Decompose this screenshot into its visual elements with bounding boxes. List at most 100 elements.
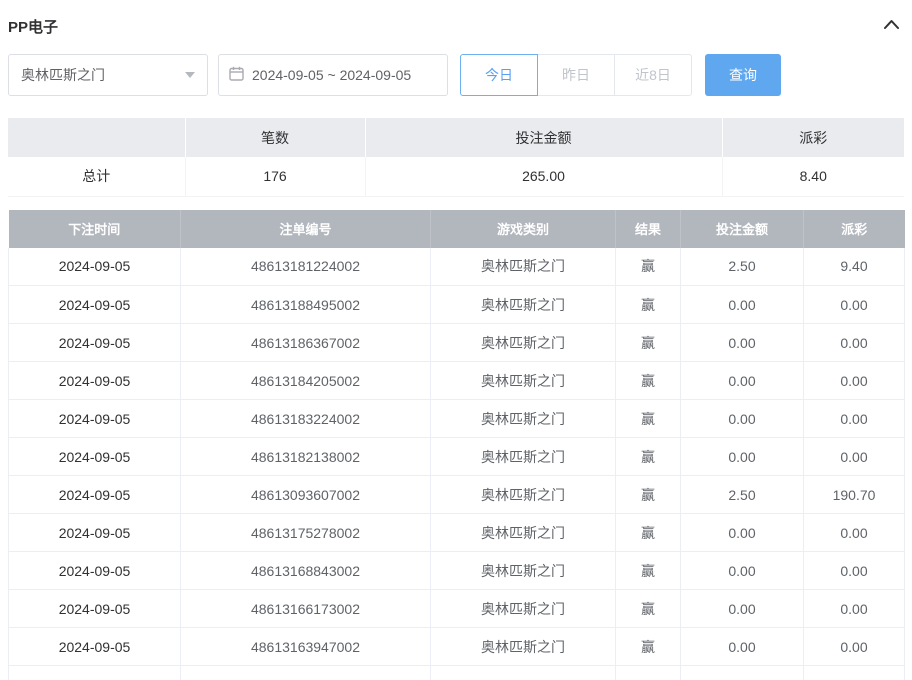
collapse-button[interactable] — [883, 17, 900, 35]
table-row-partial — [9, 666, 905, 680]
detail-cell: 0.00 — [804, 590, 905, 628]
summary-header-cell: 投注金额 — [365, 118, 722, 157]
detail-cell: 奥林匹斯之门 — [431, 628, 616, 666]
table-row: 2024-09-0548613183224002奥林匹斯之门赢0.000.00 — [9, 400, 905, 438]
detail-cell: 奥林匹斯之门 — [431, 324, 616, 362]
detail-cell: 赢 — [616, 590, 681, 628]
detail-cell: 0.00 — [681, 286, 804, 324]
detail-cell: 0.00 — [681, 514, 804, 552]
detail-cell: 2.50 — [681, 476, 804, 514]
detail-header-row: 下注时间注单编号游戏类别结果投注金额派彩 — [9, 210, 905, 248]
summary-value-cell: 265.00 — [365, 157, 722, 196]
chevron-up-icon — [883, 17, 900, 35]
detail-cell: 2.50 — [681, 248, 804, 286]
detail-header-cell: 派彩 — [804, 210, 905, 248]
table-row: 2024-09-0548613181224002奥林匹斯之门赢2.509.40 — [9, 248, 905, 286]
detail-cell: 9.40 — [804, 248, 905, 286]
date-range-value: 2024-09-05 ~ 2024-09-05 — [252, 67, 411, 83]
detail-cell: 0.00 — [804, 286, 905, 324]
detail-cell: 2024-09-05 — [9, 590, 181, 628]
detail-cell: 赢 — [616, 248, 681, 286]
summary-table: 笔数投注金额派彩 总计176265.008.40 — [8, 118, 904, 197]
detail-cell: 2024-09-05 — [9, 362, 181, 400]
detail-cell — [616, 666, 681, 680]
detail-cell: 48613188495002 — [181, 286, 431, 324]
detail-cell: 48613184205002 — [181, 362, 431, 400]
detail-cell — [181, 666, 431, 680]
detail-cell: 48613163947002 — [181, 628, 431, 666]
detail-cell: 2024-09-05 — [9, 324, 181, 362]
detail-cell: 0.00 — [681, 590, 804, 628]
detail-cell — [9, 666, 181, 680]
detail-cell: 赢 — [616, 400, 681, 438]
detail-cell: 2024-09-05 — [9, 438, 181, 476]
detail-cell: 0.00 — [804, 514, 905, 552]
detail-cell: 赢 — [616, 324, 681, 362]
detail-cell: 赢 — [616, 476, 681, 514]
detail-cell: 奥林匹斯之门 — [431, 438, 616, 476]
detail-cell: 48613168843002 — [181, 552, 431, 590]
detail-cell: 奥林匹斯之门 — [431, 362, 616, 400]
detail-cell: 赢 — [616, 552, 681, 590]
table-row: 2024-09-0548613166173002奥林匹斯之门赢0.000.00 — [9, 590, 905, 628]
detail-cell: 2024-09-05 — [9, 628, 181, 666]
page-title: PP电子 — [8, 16, 58, 37]
quick-date-button-group: 今日 昨日 近8日 — [460, 54, 692, 96]
detail-cell: 48613183224002 — [181, 400, 431, 438]
detail-header-cell: 注单编号 — [181, 210, 431, 248]
detail-cell: 奥林匹斯之门 — [431, 514, 616, 552]
summary-header-row: 笔数投注金额派彩 — [8, 118, 904, 157]
yesterday-button[interactable]: 昨日 — [537, 54, 615, 96]
detail-cell: 奥林匹斯之门 — [431, 552, 616, 590]
panel-header: PP电子 — [8, 0, 904, 36]
report-panel: PP电子 奥林匹斯之门 2024-09-05 ~ 2 — [0, 0, 912, 680]
detail-cell: 2024-09-05 — [9, 286, 181, 324]
date-range-input[interactable]: 2024-09-05 ~ 2024-09-05 — [218, 54, 448, 96]
detail-cell: 奥林匹斯之门 — [431, 400, 616, 438]
detail-cell: 2024-09-05 — [9, 514, 181, 552]
detail-cell: 0.00 — [804, 362, 905, 400]
detail-cell: 48613175278002 — [181, 514, 431, 552]
detail-cell: 48613182138002 — [181, 438, 431, 476]
detail-cell: 0.00 — [681, 362, 804, 400]
last-8-days-button[interactable]: 近8日 — [614, 54, 692, 96]
detail-cell — [431, 666, 616, 680]
detail-cell: 奥林匹斯之门 — [431, 286, 616, 324]
filter-bar: 奥林匹斯之门 2024-09-05 ~ 2024-09-05 今日 昨日 近8日… — [8, 54, 904, 96]
caret-down-icon — [185, 72, 195, 78]
detail-header-cell: 结果 — [616, 210, 681, 248]
query-button[interactable]: 查询 — [705, 54, 781, 96]
detail-cell — [804, 666, 905, 680]
today-button[interactable]: 今日 — [460, 54, 538, 96]
game-select[interactable]: 奥林匹斯之门 — [8, 54, 208, 96]
detail-table-body: 2024-09-0548613181224002奥林匹斯之门赢2.509.402… — [9, 248, 905, 680]
detail-cell: 0.00 — [804, 628, 905, 666]
detail-table: 下注时间注单编号游戏类别结果投注金额派彩 2024-09-05486131812… — [8, 210, 905, 680]
detail-cell: 190.70 — [804, 476, 905, 514]
detail-cell: 奥林匹斯之门 — [431, 248, 616, 286]
table-row: 2024-09-0548613182138002奥林匹斯之门赢0.000.00 — [9, 438, 905, 476]
summary-total-row: 总计176265.008.40 — [8, 157, 904, 196]
detail-header-cell: 游戏类别 — [431, 210, 616, 248]
detail-cell: 2024-09-05 — [9, 248, 181, 286]
summary-header-cell: 派彩 — [722, 118, 904, 157]
detail-cell: 0.00 — [681, 552, 804, 590]
game-select-value: 奥林匹斯之门 — [21, 65, 105, 85]
table-row: 2024-09-0548613175278002奥林匹斯之门赢0.000.00 — [9, 514, 905, 552]
summary-header-cell — [8, 118, 185, 157]
summary-header-cell: 笔数 — [185, 118, 365, 157]
detail-cell: 赢 — [616, 286, 681, 324]
table-row: 2024-09-0548613093607002奥林匹斯之门赢2.50190.7… — [9, 476, 905, 514]
calendar-icon — [229, 66, 244, 84]
detail-cell: 赢 — [616, 362, 681, 400]
detail-cell: 赢 — [616, 514, 681, 552]
detail-cell: 0.00 — [804, 438, 905, 476]
detail-header-cell: 下注时间 — [9, 210, 181, 248]
detail-cell: 0.00 — [681, 324, 804, 362]
detail-cell: 2024-09-05 — [9, 476, 181, 514]
detail-cell: 0.00 — [804, 400, 905, 438]
detail-cell: 48613181224002 — [181, 248, 431, 286]
detail-cell: 奥林匹斯之门 — [431, 476, 616, 514]
detail-cell — [681, 666, 804, 680]
detail-cell: 0.00 — [804, 324, 905, 362]
